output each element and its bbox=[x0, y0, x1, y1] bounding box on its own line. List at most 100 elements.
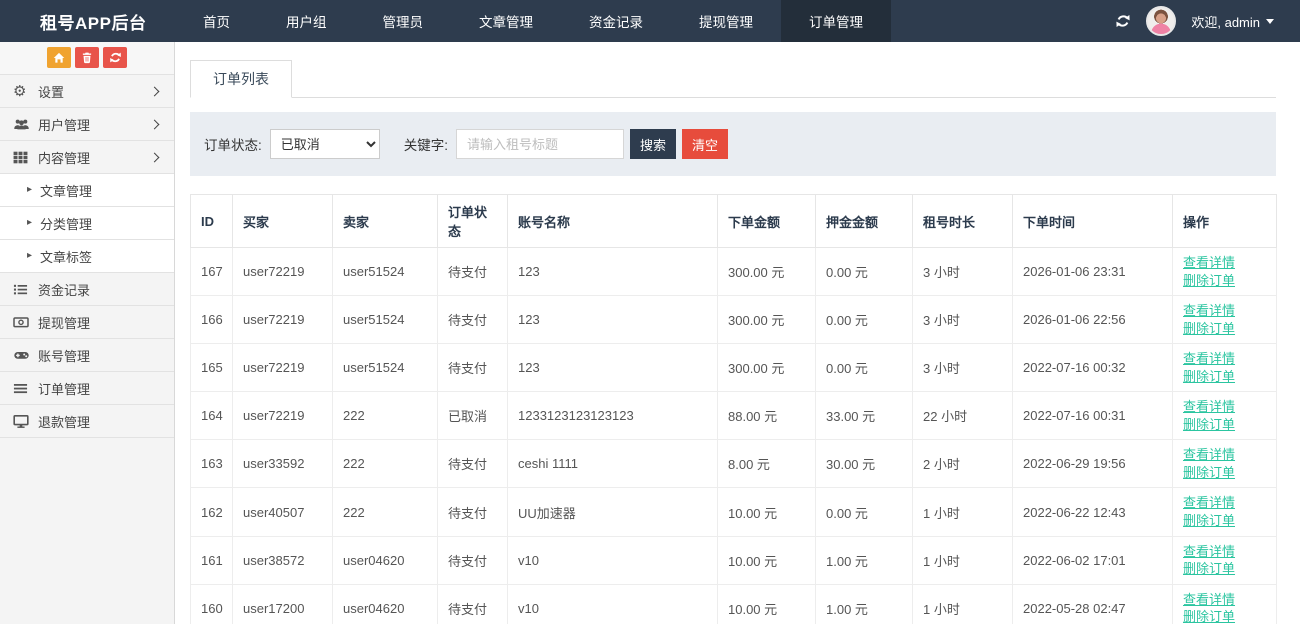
cell-duration: 3 小时 bbox=[912, 246, 1013, 297]
table-row: 161 user38572 user04620 待支付 v10 10.00 元 1.00 元… bbox=[190, 535, 1277, 585]
top-navbar: 租号APP后台 首页 用户组 管理员 文章管理 资金记录 提现管理 订单管理 欢迎, adm… bbox=[0, 0, 1300, 42]
delete-order-link[interactable]: 删除订单 bbox=[1183, 560, 1266, 578]
view-detail-link[interactable]: 查看详情 bbox=[1183, 398, 1266, 416]
cell-actions: 查看详情 删除订单 bbox=[1172, 391, 1277, 441]
cell-id: 161 bbox=[190, 535, 233, 585]
cell-duration: 22 小时 bbox=[912, 391, 1013, 441]
keyword-input[interactable] bbox=[456, 129, 625, 159]
sidebar-item[interactable]: ▸ 文章标签 bbox=[0, 240, 174, 273]
order-status-select[interactable]: 已取消 bbox=[269, 129, 380, 159]
cell-deposit: 30.00 元 bbox=[815, 439, 913, 489]
chevron-right-icon bbox=[149, 119, 160, 129]
sidebar-item[interactable]: 账号管理 bbox=[0, 339, 174, 372]
column-header: 租号时长 bbox=[912, 194, 1013, 248]
sidebar-item[interactable]: ⚙ 设置 bbox=[0, 75, 174, 108]
users-icon bbox=[13, 116, 38, 132]
column-header: 下单金额 bbox=[717, 194, 816, 248]
sidebar-item-label: 订单管理 bbox=[38, 381, 91, 397]
cell-deposit: 0.00 元 bbox=[815, 343, 913, 393]
sidebar-item[interactable]: 资金记录 bbox=[0, 273, 174, 306]
table-row: 166 user72219 user51524 待支付 123 300.00 元 0.00 … bbox=[190, 295, 1277, 345]
cell-actions: 查看详情 删除订单 bbox=[1172, 439, 1277, 489]
monitor-icon bbox=[13, 413, 38, 429]
delete-order-link[interactable]: 删除订单 bbox=[1183, 416, 1266, 434]
sidebar-item[interactable]: 订单管理 bbox=[0, 372, 174, 405]
nav-item[interactable]: 用户组 bbox=[258, 0, 355, 42]
view-detail-link[interactable]: 查看详情 bbox=[1183, 543, 1266, 561]
table-row: 167 user72219 user51524 待支付 123 300.00 元 0.00 … bbox=[190, 246, 1277, 297]
nav-item[interactable]: 提现管理 bbox=[671, 0, 781, 42]
sidebar-item[interactable]: 内容管理 bbox=[0, 141, 174, 174]
cell-amount: 8.00 元 bbox=[717, 439, 816, 489]
nav-item[interactable]: 资金记录 bbox=[561, 0, 671, 42]
cell-seller: 222 bbox=[332, 391, 438, 441]
cell-amount: 300.00 元 bbox=[717, 246, 816, 297]
view-detail-link[interactable]: 查看详情 bbox=[1183, 350, 1266, 368]
sidebar-quick-buttons bbox=[0, 42, 174, 75]
cell-time: 2026-01-06 22:56 bbox=[1012, 295, 1173, 345]
chevron-right-icon bbox=[149, 86, 160, 96]
sidebar-item[interactable]: ▸ 文章管理 bbox=[0, 174, 174, 207]
sidebar-item-label: 内容管理 bbox=[38, 150, 91, 166]
delete-order-link[interactable]: 删除订单 bbox=[1183, 320, 1266, 338]
cell-deposit: 0.00 元 bbox=[815, 295, 913, 345]
recycle-button[interactable] bbox=[103, 47, 127, 68]
nav-item[interactable]: 首页 bbox=[175, 0, 258, 42]
column-header: 订单状态 bbox=[437, 194, 508, 248]
cell-duration: 2 小时 bbox=[912, 439, 1013, 489]
cell-seller: user51524 bbox=[332, 343, 438, 393]
cell-time: 2022-06-02 17:01 bbox=[1012, 535, 1173, 585]
cell-buyer: user40507 bbox=[232, 487, 333, 537]
column-header: 买家 bbox=[232, 194, 333, 248]
cell-time: 2022-05-28 02:47 bbox=[1012, 583, 1173, 624]
search-button[interactable]: 搜索 bbox=[630, 129, 677, 159]
sidebar-item[interactable]: 退款管理 bbox=[0, 405, 174, 438]
view-detail-link[interactable]: 查看详情 bbox=[1183, 254, 1266, 272]
clear-button[interactable]: 清空 bbox=[682, 129, 729, 159]
view-detail-link[interactable]: 查看详情 bbox=[1183, 591, 1266, 609]
cell-deposit: 33.00 元 bbox=[815, 391, 913, 441]
avatar[interactable] bbox=[1146, 6, 1177, 36]
nav-item[interactable]: 订单管理 bbox=[781, 0, 891, 42]
cell-account: v10 bbox=[507, 535, 718, 585]
gamepad-icon bbox=[13, 347, 38, 363]
delete-order-link[interactable]: 删除订单 bbox=[1183, 512, 1266, 530]
sidebar-item[interactable]: 用户管理 bbox=[0, 108, 174, 141]
nav-item[interactable]: 管理员 bbox=[355, 0, 452, 42]
tab-order-list[interactable]: 订单列表 bbox=[190, 60, 292, 98]
cell-account: ceshi 1111 bbox=[507, 439, 718, 489]
cell-id: 162 bbox=[190, 487, 233, 537]
view-detail-link[interactable]: 查看详情 bbox=[1183, 302, 1266, 320]
sidebar-menu: ⚙ 设置 用户管理内容管理 ▸ 文章管理 ▸ 分类管理 ▸ 文章标签 资金记录 提现管理 账号管理订单… bbox=[0, 75, 174, 438]
cell-time: 2026-01-06 23:31 bbox=[1012, 246, 1173, 297]
home-button[interactable] bbox=[47, 47, 71, 68]
cell-duration: 1 小时 bbox=[912, 487, 1013, 537]
keyword-label: 关键字: bbox=[403, 138, 449, 153]
cell-amount: 10.00 元 bbox=[717, 487, 816, 537]
cell-status: 待支付 bbox=[437, 439, 508, 489]
view-detail-link[interactable]: 查看详情 bbox=[1183, 494, 1266, 512]
delete-order-link[interactable]: 删除订单 bbox=[1183, 272, 1266, 290]
cell-actions: 查看详情 删除订单 bbox=[1172, 487, 1277, 537]
nav-item[interactable]: 文章管理 bbox=[451, 0, 561, 42]
cell-status: 待支付 bbox=[437, 487, 508, 537]
tab-label: 订单列表 bbox=[213, 71, 269, 87]
orders-table-body: 167 user72219 user51524 待支付 123 300.00 元 0.00 … bbox=[190, 246, 1277, 624]
delete-order-link[interactable]: 删除订单 bbox=[1183, 608, 1266, 624]
refresh-icon[interactable] bbox=[1115, 13, 1131, 29]
tab-strip: 订单列表 bbox=[190, 60, 1276, 98]
cell-deposit: 0.00 元 bbox=[815, 246, 913, 297]
view-detail-link[interactable]: 查看详情 bbox=[1183, 446, 1266, 464]
navbar-menu: 首页 用户组 管理员 文章管理 资金记录 提现管理 订单管理 bbox=[175, 0, 891, 42]
list-icon bbox=[13, 282, 38, 297]
sidebar: ⚙ 设置 用户管理内容管理 ▸ 文章管理 ▸ 分类管理 ▸ 文章标签 资金记录 提现管理 账号管理订单… bbox=[0, 42, 175, 624]
sidebar-item[interactable]: 提现管理 bbox=[0, 306, 174, 339]
user-menu[interactable]: 欢迎, admin bbox=[1191, 12, 1274, 31]
column-header: 押金金额 bbox=[815, 194, 913, 248]
delete-order-link[interactable]: 删除订单 bbox=[1183, 368, 1266, 386]
trash-button[interactable] bbox=[75, 47, 99, 68]
sidebar-item[interactable]: ▸ 分类管理 bbox=[0, 207, 174, 240]
cell-status: 已取消 bbox=[437, 391, 508, 441]
delete-order-link[interactable]: 删除订单 bbox=[1183, 464, 1266, 482]
sidebar-item-label: 退款管理 bbox=[38, 414, 91, 430]
